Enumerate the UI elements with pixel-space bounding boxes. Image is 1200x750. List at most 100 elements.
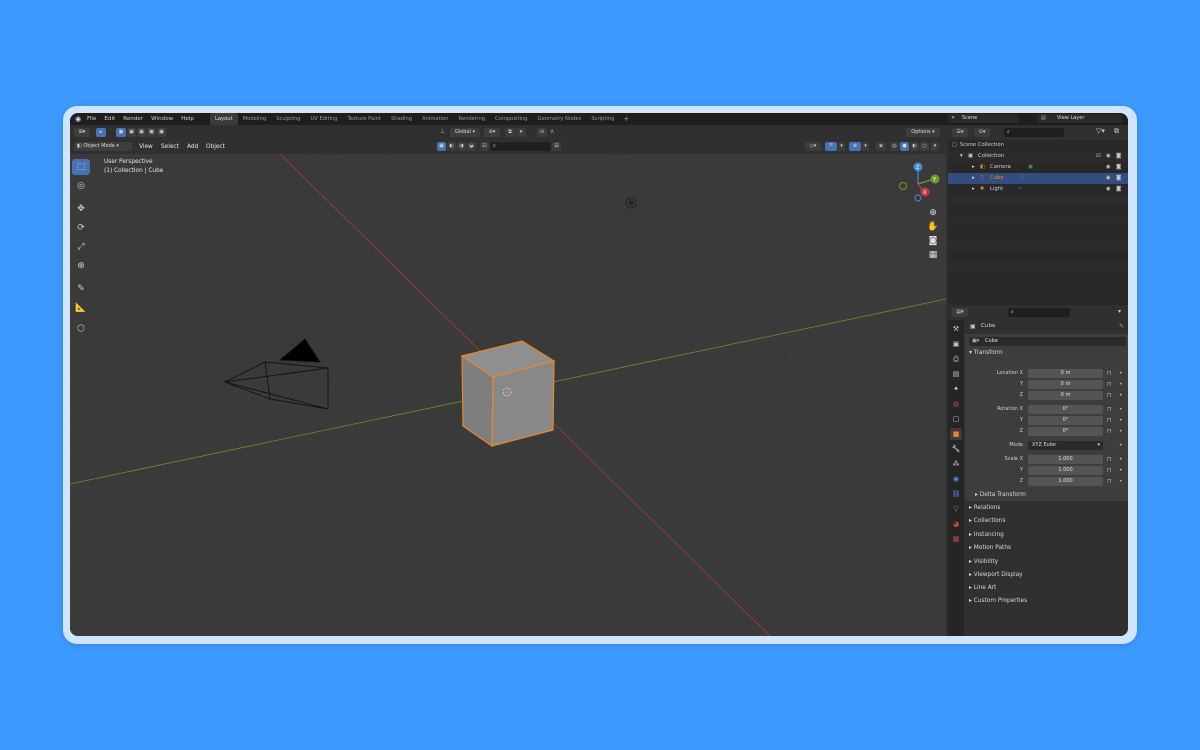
move-tool-icon[interactable]: ✥ [72,201,90,217]
scene-tab-icon[interactable]: ✦ [950,383,962,395]
menu-window[interactable]: Window [147,113,177,125]
camera-render-icon[interactable]: ◙ [1116,184,1121,195]
object-tab-icon[interactable]: ■ [950,428,962,440]
keyframe-dot-icon[interactable]: • [1119,467,1123,474]
line-art-panel-header[interactable]: ▸ Line Art [969,585,996,591]
lock-icon[interactable]: ⊓ [1107,467,1112,474]
keyframe-dot-icon[interactable]: • [1119,478,1123,485]
lock-icon[interactable]: ⊓ [1107,381,1112,388]
pivot-point-icon[interactable]: ⊘▾ [484,128,500,137]
data-tab-icon[interactable]: ▽ [950,503,962,515]
shading-rendered-icon[interactable]: ○ [920,142,929,151]
transform-panel-header[interactable]: ▾ Transform [969,350,1003,356]
outliner-search-input[interactable]: ⌕ [1004,128,1064,137]
tab-scripting[interactable]: Scripting [586,113,619,125]
properties-editor-type-icon[interactable]: ▤▾ [952,308,968,317]
rotate-tool-icon[interactable]: ⟳ [72,220,90,236]
location-y-field[interactable]: 0 m [1028,380,1103,389]
transform-tool-icon[interactable]: ⊕ [72,258,90,274]
expand-arrow-icon[interactable]: ▾ [960,151,963,162]
outliner-editor-type-icon[interactable]: ☰▾ [952,128,968,137]
menu-render[interactable]: Render [119,113,147,125]
mode-dropdown[interactable]: ◧ Object Mode ▾ [74,142,132,151]
display-mode-icon[interactable]: ⊙▾ [974,128,990,137]
annotate-tool-icon[interactable]: ✎ [72,281,90,297]
location-z-field[interactable]: 0 m [1028,391,1103,400]
camera-render-icon[interactable]: ◙ [1116,151,1121,162]
shading-wireframe-icon[interactable]: ◎ [890,142,899,151]
visibility-panel-header[interactable]: ▸ Visibility [969,559,998,565]
lock-icon[interactable]: ⊓ [1107,370,1112,377]
cursor-tool-icon[interactable]: ◎ [72,178,90,194]
lock-icon[interactable]: ⊓ [1107,428,1112,435]
shading-dropdown[interactable]: ▾ [931,142,939,151]
select-mode-new-icon[interactable]: ▣ [116,128,126,137]
output-tab-icon[interactable]: ⎙ [950,353,962,365]
proportional-edit-icon[interactable]: ⊙ [537,128,547,137]
filter-icon-3[interactable]: ◒ [467,142,476,151]
scale-tool-icon[interactable]: ⤢ [72,239,90,255]
view-layer-tab-icon[interactable]: ▤ [950,368,962,380]
snap-icon[interactable]: ⧉ [505,128,515,137]
zoom-icon[interactable]: ⊕ [929,208,937,218]
eye-icon[interactable]: ◉ [1106,184,1111,195]
particles-tab-icon[interactable]: ⁂ [950,458,962,470]
outliner-row-camera[interactable]: ▸ ◧ Camera ▣ ◉ ◙ [948,162,1128,173]
cube-object[interactable] [460,340,556,448]
view-layer-selector[interactable]: ▤ View Layer [1037,114,1122,123]
options-button[interactable]: Options ▾ [906,128,940,137]
falloff-icon[interactable]: ∧ [550,128,554,135]
lock-icon[interactable]: ⊓ [1107,478,1112,485]
motion-paths-panel-header[interactable]: ▸ Motion Paths [969,545,1011,551]
lock-icon[interactable]: ⊓ [1107,406,1112,413]
filter-icon-4[interactable]: ⊡ [480,142,489,151]
shading-material-icon[interactable]: ◐ [910,142,919,151]
delta-transform-header[interactable]: ▸ Delta Transform [975,492,1026,498]
collection-tab-icon[interactable]: ▢ [950,413,962,425]
texture-tab-icon[interactable]: ▦ [950,533,962,545]
eye-icon[interactable]: ◉ [1106,173,1111,184]
pin-icon[interactable]: ✎ [1119,323,1124,330]
select-tool-icon[interactable]: ▸ [96,128,106,137]
keyframe-dot-icon[interactable]: • [1119,442,1123,449]
scene-selector[interactable]: ✦ Scene [948,114,1018,123]
menu-object[interactable]: Object [206,144,225,150]
tool-tab-icon[interactable]: ⚒ [950,323,962,335]
menu-help[interactable]: Help [177,113,198,125]
camera-render-icon[interactable]: ◙ [1116,173,1121,184]
tab-texture-paint[interactable]: Texture Paint [343,113,386,125]
tab-uv-editing[interactable]: UV Editing [305,113,342,125]
outliner-row-scene-collection[interactable]: ▢ Scene Collection [948,140,1128,151]
lock-icon[interactable]: ⊓ [1107,392,1112,399]
xray-icon[interactable]: ⧈ [876,142,886,151]
checkbox-icon[interactable]: ☑ [1096,151,1101,162]
menu-view[interactable]: View [139,144,153,150]
modifier-tab-icon[interactable]: 🔧 [950,443,962,455]
custom-properties-panel-header[interactable]: ▸ Custom Properties [969,598,1027,604]
tab-compositing[interactable]: Compositing [490,113,533,125]
outliner-row-light[interactable]: ▸ ✺ Light ✧ ◉ ◙ [948,184,1128,195]
menu-edit[interactable]: Edit [100,113,119,125]
editor-type-icon[interactable]: ⊞▾ [74,128,90,137]
shading-solid-icon[interactable]: ● [900,142,909,151]
lock-icon[interactable]: ⊓ [1107,417,1112,424]
select-box-tool-icon[interactable]: ⬚ [72,159,90,175]
outliner-filter-icon[interactable]: ▽▾ [1096,127,1105,135]
visibility-dropdown[interactable]: ◇▾ [805,142,821,151]
rotation-y-field[interactable]: 0° [1028,416,1103,425]
viewport-display-panel-header[interactable]: ▸ Viewport Display [969,572,1023,578]
tab-sculpting[interactable]: Sculpting [271,113,305,125]
new-collection-icon[interactable]: ⧉ [1114,127,1119,136]
keyframe-dot-icon[interactable]: • [1119,406,1123,413]
select-mode-extend-icon[interactable]: ▣ [127,128,136,137]
constraints-tab-icon[interactable]: ⛓ [950,488,962,500]
select-box-icon[interactable]: ▣ [437,142,446,151]
camera-view-icon[interactable]: ◙ [929,236,938,246]
scale-z-field[interactable]: 1.000 [1028,477,1103,486]
3d-viewport[interactable]: Z Y X User Perspective (1) Collection | … [70,154,946,636]
material-tab-icon[interactable]: ◕ [950,518,962,530]
add-cube-tool-icon[interactable]: ⬡ [72,321,90,337]
camera-render-icon[interactable]: ◙ [1116,162,1121,173]
lock-icon[interactable]: ⊓ [1107,456,1112,463]
render-tab-icon[interactable]: ▣ [950,338,962,350]
